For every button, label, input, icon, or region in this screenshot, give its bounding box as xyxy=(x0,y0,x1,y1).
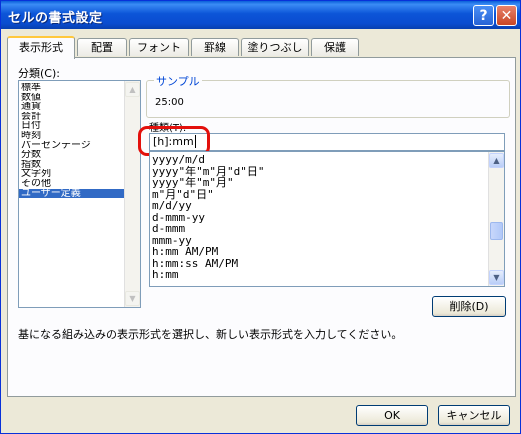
scroll-down-icon[interactable]: ▼ xyxy=(125,291,140,306)
format-item[interactable]: m"月"d"日" xyxy=(150,188,504,201)
category-item[interactable]: 通貨 xyxy=(19,102,125,112)
number-tab-panel: 分類(C): 標準 数値 通貨 会計 日付 時刻 パーセンテージ 分数 指数 文… xyxy=(7,57,516,397)
format-list[interactable]: yyyy/m/d yyyy"年"m"月"d"日" yyyy"年"m"月" m"月… xyxy=(149,151,505,287)
category-item[interactable]: 文字列 xyxy=(19,169,125,179)
title-bar[interactable]: セルの書式設定 ? ✕ xyxy=(1,1,520,29)
format-item[interactable]: yyyy"年"m"月" xyxy=(150,177,504,189)
tab-protection[interactable]: 保護 xyxy=(311,38,359,56)
cancel-button[interactable]: キャンセル xyxy=(438,405,510,426)
category-item[interactable]: 会計 xyxy=(19,112,125,122)
description-text: 基になる組み込みの表示形式を選択し、新しい表示形式を入力してください。 xyxy=(18,328,403,341)
tab-alignment[interactable]: 配置 xyxy=(77,38,127,56)
category-item[interactable]: 分数 xyxy=(19,150,125,160)
scroll-up-icon[interactable]: ▲ xyxy=(489,153,504,168)
sample-legend: サンプル xyxy=(154,73,202,89)
tab-border[interactable]: 罫線 xyxy=(191,38,239,56)
tab-fill[interactable]: 塗りつぶし xyxy=(241,38,309,56)
format-item[interactable]: h:mm xyxy=(150,269,504,281)
category-item[interactable]: その他 xyxy=(19,179,125,189)
format-item[interactable]: h:mm AM/PM xyxy=(150,246,504,258)
format-item[interactable]: h:mm:ss AM/PM xyxy=(150,257,504,270)
format-item[interactable]: d-mmm-yy xyxy=(150,211,504,224)
help-button[interactable]: ? xyxy=(473,5,494,26)
format-item[interactable]: yyyy/m/d xyxy=(150,154,504,166)
scroll-up-icon[interactable]: ▲ xyxy=(125,82,140,97)
scroll-thumb[interactable] xyxy=(490,222,503,240)
category-scrollbar[interactable]: ▲ ▼ xyxy=(124,81,140,307)
tab-font[interactable]: フォント xyxy=(129,38,189,56)
category-label: 分類(C): xyxy=(18,67,60,80)
category-list[interactable]: 標準 数値 通貨 会計 日付 時刻 パーセンテージ 分数 指数 文字列 その他 … xyxy=(18,80,141,308)
format-cells-dialog: セルの書式設定 ? ✕ 表示形式 配置 フォント 罫線 塗りつぶし 保護 分類(… xyxy=(0,0,521,434)
format-scrollbar[interactable]: ▲ ▼ xyxy=(488,152,504,286)
category-item-selected[interactable]: ユーザー定義 xyxy=(19,188,125,199)
scroll-down-icon[interactable]: ▼ xyxy=(489,270,504,285)
category-item[interactable]: 日付 xyxy=(19,121,125,131)
category-item[interactable]: 標準 xyxy=(19,83,125,93)
sample-value: 25:00 xyxy=(155,97,184,108)
category-item[interactable]: パーセンテージ xyxy=(19,141,125,151)
category-item[interactable]: 指数 xyxy=(19,160,125,170)
format-item[interactable]: m/d/yy xyxy=(150,200,504,212)
dialog-title: セルの書式設定 xyxy=(8,11,103,26)
sample-group: サンプル 25:00 xyxy=(146,73,510,118)
tab-number[interactable]: 表示形式 xyxy=(7,36,75,59)
category-item[interactable]: 数値 xyxy=(19,93,125,103)
format-item[interactable]: d-mmm xyxy=(150,223,504,235)
category-item[interactable]: 時刻 xyxy=(19,131,125,141)
ok-button[interactable]: OK xyxy=(356,405,428,426)
delete-button[interactable]: 削除(D) xyxy=(432,296,506,317)
close-button[interactable]: ✕ xyxy=(496,5,517,26)
